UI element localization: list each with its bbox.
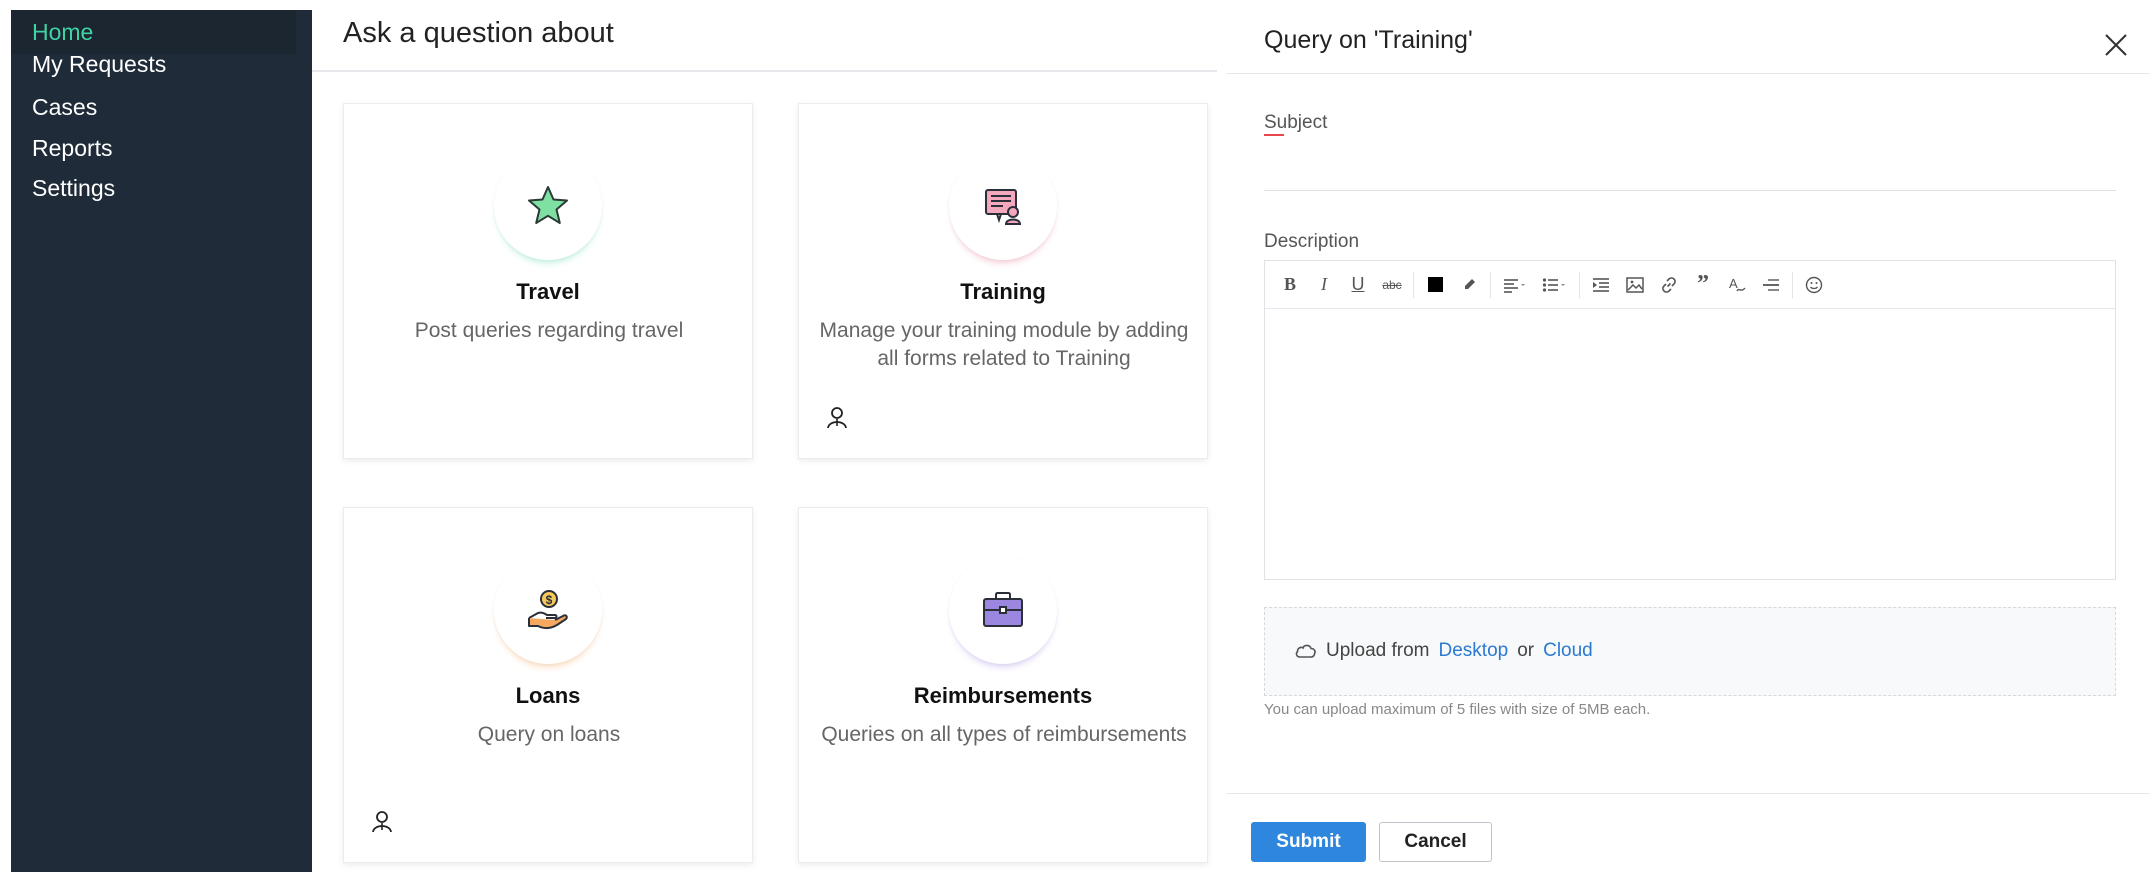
card-description: Manage your training module by adding al…	[819, 319, 1189, 370]
subject-underline	[1264, 190, 2116, 191]
quote-icon: ”	[1697, 271, 1709, 297]
color-swatch-icon	[1427, 277, 1443, 292]
align-dropdown[interactable]	[1495, 268, 1535, 302]
upload-cloud-link[interactable]: Cloud	[1543, 640, 1593, 662]
category-card-reimbursements[interactable]: Reimbursements Queries on all types of r…	[798, 507, 1208, 863]
italic-button[interactable]: I	[1307, 268, 1341, 302]
card-title: Loans	[515, 683, 581, 708]
description-textarea[interactable]	[1265, 309, 2115, 579]
clear-format-button[interactable]: A	[1720, 268, 1754, 302]
upload-or: or	[1517, 640, 1535, 661]
underline-icon: U	[1351, 274, 1365, 294]
toolbar-separator	[1490, 271, 1491, 298]
submit-button[interactable]: Submit	[1251, 822, 1366, 862]
category-card-travel[interactable]: Travel Post queries regarding travel	[343, 103, 753, 459]
strikethrough-button[interactable]: abc	[1375, 268, 1409, 302]
cancel-button[interactable]: Cancel	[1379, 822, 1492, 862]
text-color-button[interactable]	[1418, 268, 1452, 302]
page-title: Ask a question about	[343, 17, 614, 49]
subject-label: Subject	[1264, 112, 1328, 133]
smiley-icon	[1805, 276, 1823, 293]
editor-toolbar: B I U abc ” A	[1265, 261, 2115, 309]
query-panel: Query on 'Training' Subject Description …	[1226, 0, 2150, 877]
hand-coin-icon: $	[528, 590, 568, 630]
cloud-icon	[1295, 644, 1316, 658]
card-icon-circle	[949, 556, 1057, 664]
indent-button[interactable]	[1584, 268, 1618, 302]
clear-format-icon: A	[1729, 276, 1746, 291]
svg-text:$: $	[546, 593, 553, 607]
star-icon	[528, 186, 568, 224]
blockquote-button[interactable]: ”	[1686, 268, 1720, 302]
align-left-icon	[1504, 278, 1525, 293]
card-title: Training	[960, 279, 1046, 304]
category-card-loans[interactable]: $ Loans Query on loans	[343, 507, 753, 863]
card-icon-circle	[949, 152, 1057, 260]
brush-icon	[1465, 278, 1475, 289]
underline-button[interactable]: U	[1341, 268, 1375, 302]
sidebar: Home My Requests Cases Reports Settings	[11, 10, 312, 872]
toolbar-separator	[1792, 271, 1793, 298]
highlight-button[interactable]	[1452, 268, 1486, 302]
card-description: Query on loans	[477, 723, 621, 746]
card-icon-circle: $	[494, 556, 602, 664]
upload-dropzone[interactable]: Upload from Desktop or Cloud	[1264, 607, 2116, 696]
upload-limit-note: You can upload maximum of 5 files with s…	[1264, 701, 1651, 718]
toolbar-separator	[1579, 271, 1580, 298]
card-description: Queries on all types of reimbursements	[821, 723, 1187, 746]
app-frame: Home My Requests Cases Reports Settings …	[0, 0, 2150, 877]
owner-user-icon	[827, 407, 847, 429]
card-title: Travel	[516, 279, 580, 304]
horizontal-rule-button[interactable]	[1754, 268, 1788, 302]
list-dropdown[interactable]	[1535, 268, 1575, 302]
toolbar-separator	[1413, 271, 1414, 298]
main-header: Ask a question about	[312, 0, 1217, 72]
card-title: Reimbursements	[913, 683, 1093, 708]
sidebar-item-settings[interactable]: Settings	[11, 166, 296, 210]
certificate-icon	[985, 189, 1022, 225]
card-description: Post queries regarding travel	[414, 319, 684, 342]
link-icon	[1662, 276, 1676, 293]
briefcase-icon	[983, 592, 1023, 627]
panel-header: Query on 'Training'	[1226, 0, 2150, 74]
card-icon-circle	[494, 152, 602, 260]
required-marker	[1264, 134, 1284, 136]
sidebar-item-cases[interactable]: Cases	[11, 85, 296, 129]
italic-icon: I	[1321, 274, 1327, 294]
indent-icon	[1593, 277, 1609, 292]
sidebar-item-reports[interactable]: Reports	[11, 126, 296, 170]
image-icon	[1626, 276, 1644, 293]
bullet-list-icon	[1542, 277, 1565, 292]
close-icon[interactable]	[2101, 30, 2131, 60]
description-label: Description	[1264, 231, 1360, 252]
upload-desktop-link[interactable]: Desktop	[1439, 640, 1509, 662]
owner-user-icon	[372, 811, 392, 833]
panel-title: Query on 'Training'	[1264, 26, 1473, 54]
insert-image-button[interactable]	[1618, 268, 1652, 302]
sidebar-item-my-requests[interactable]: My Requests	[11, 42, 296, 86]
insert-link-button[interactable]	[1652, 268, 1686, 302]
description-editor: B I U abc ” A	[1264, 260, 2116, 580]
bold-icon: B	[1283, 274, 1296, 294]
svg-text:A: A	[1729, 276, 1738, 291]
strikethrough-icon: abc	[1382, 277, 1402, 292]
upload-prefix: Upload from	[1326, 640, 1430, 661]
subject-input[interactable]	[1264, 148, 2116, 186]
emoji-button[interactable]	[1797, 268, 1831, 302]
horizontal-line-icon	[1763, 278, 1779, 291]
upload-row: Upload from Desktop or Cloud	[1294, 640, 1602, 662]
panel-footer: Submit Cancel	[1226, 793, 2150, 877]
category-card-training[interactable]: Training Manage your training module by …	[798, 103, 1208, 459]
bold-button[interactable]: B	[1273, 268, 1307, 302]
